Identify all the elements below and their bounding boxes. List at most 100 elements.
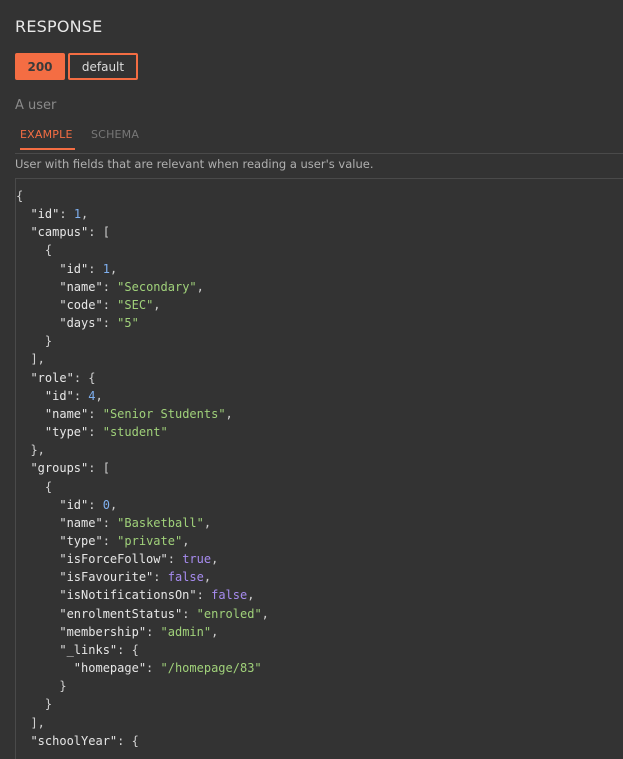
json-punct — [16, 389, 45, 403]
code-line: "schoolYear": { — [16, 733, 138, 748]
response-tab-200[interactable]: 200 — [15, 53, 65, 80]
json-punct: : — [182, 606, 197, 621]
json-key: "_links" — [59, 642, 118, 657]
json-punct: ], — [16, 352, 45, 367]
json-punct: ], — [16, 715, 45, 730]
json-punct: : { — [73, 370, 96, 385]
json-punct: : — [88, 406, 103, 421]
json-punct — [16, 552, 59, 566]
json-number: 1 — [73, 207, 82, 222]
json-punct: , — [81, 207, 89, 222]
json-key: "isFavourite" — [59, 570, 154, 585]
json-punct: : — [146, 661, 161, 676]
json-example-code: { "id": 1, "campus": [ { "id": 1, "name"… — [16, 187, 269, 750]
json-key: "type" — [59, 533, 103, 548]
code-line: "code": "SEC", — [16, 297, 161, 312]
code-line: "id": 1, — [16, 207, 88, 221]
code-line: "name": "Secondary", — [16, 280, 204, 294]
json-punct: , — [211, 552, 219, 567]
json-example-panel: { "id": 1, "campus": [ { "id": 1, "name"… — [15, 179, 623, 759]
code-line: "isNotificationsOn": false, — [16, 588, 254, 602]
json-string: "SEC" — [117, 297, 154, 312]
code-line: "campus": [ — [16, 225, 110, 240]
json-punct — [16, 661, 74, 675]
json-punct: , — [109, 261, 118, 276]
code-line: } — [16, 679, 67, 694]
code-line: } — [16, 697, 52, 711]
code-line: "type": "student" — [16, 425, 168, 439]
json-string: "Senior Students" — [102, 406, 226, 421]
json-punct: : — [153, 570, 168, 585]
json-punct: , — [203, 515, 212, 530]
code-line: { — [16, 480, 52, 494]
json-punct: , — [153, 297, 161, 312]
json-punct: : [ — [88, 225, 110, 240]
json-number: 0 — [102, 497, 110, 512]
json-key: "isNotificationsOn" — [59, 588, 197, 603]
json-key: "id" — [44, 388, 74, 403]
json-punct: , — [225, 406, 233, 421]
code-line: "name": "Senior Students", — [16, 407, 233, 421]
code-line: { — [16, 243, 52, 257]
json-key: "days" — [59, 316, 103, 331]
json-key: "code" — [59, 297, 103, 312]
code-line: "enrolmentStatus": "enroled", — [16, 607, 269, 621]
code-line: }, — [16, 443, 45, 458]
json-punct: : — [196, 588, 212, 603]
json-punct: , — [196, 279, 204, 294]
json-punct: } — [16, 334, 53, 349]
json-string: "admin" — [160, 624, 212, 639]
code-line: "isForceFollow": true, — [16, 552, 218, 566]
response-heading: RESPONSE — [15, 17, 103, 36]
code-line: "name": "Basketball", — [16, 516, 211, 530]
json-punct: , — [261, 606, 269, 621]
json-key: "isForceFollow" — [59, 552, 168, 567]
code-line: "type": "private", — [16, 534, 189, 548]
json-punct: , — [109, 497, 118, 512]
code-line: "days": "5" — [16, 316, 139, 330]
code-line: ], — [16, 352, 45, 367]
code-line: "id": 0, — [16, 498, 117, 512]
json-punct: }, — [16, 443, 45, 458]
json-punct: : — [102, 297, 118, 312]
schema-description: User with fields that are relevant when … — [15, 157, 374, 171]
json-punct: } — [16, 679, 67, 694]
json-punct — [16, 262, 59, 276]
response-description: A user — [15, 98, 57, 113]
code-line: "homepage": "/homepage/83" — [16, 661, 262, 675]
json-key: "enrolmentStatus" — [59, 606, 183, 621]
json-key: "id" — [59, 497, 89, 512]
json-number: 1 — [102, 261, 110, 276]
json-punct: { — [16, 243, 53, 258]
json-punct: } — [16, 697, 53, 712]
json-punct — [16, 588, 59, 602]
json-key: "name" — [59, 515, 103, 530]
json-string: "enroled" — [196, 606, 262, 621]
json-punct: : { — [117, 642, 139, 657]
json-string: "/homepage/83" — [160, 661, 262, 676]
code-line: "membership": "admin", — [16, 625, 218, 639]
json-punct: { — [16, 479, 53, 494]
json-punct — [16, 280, 59, 294]
response-code-tabs: 200 default — [15, 53, 138, 80]
json-punct: , — [182, 533, 190, 548]
json-key: "name" — [59, 279, 103, 294]
tab-example[interactable]: EXAMPLE — [20, 128, 75, 150]
code-line: { — [16, 189, 23, 203]
code-line: "id": 1, — [16, 262, 117, 276]
response-tab-default[interactable]: default — [68, 53, 138, 80]
json-key: "name" — [44, 406, 89, 421]
json-punct — [16, 498, 59, 512]
tab-schema[interactable]: SCHEMA — [91, 128, 139, 141]
json-boolean: true — [182, 552, 212, 567]
json-punct: : — [102, 533, 118, 548]
code-line: "id": 4, — [16, 389, 103, 403]
json-key: "role" — [30, 370, 74, 385]
json-punct: : — [88, 425, 103, 440]
json-punct — [16, 316, 59, 330]
json-punct: , — [247, 588, 255, 603]
json-key: "schoolYear" — [30, 733, 118, 748]
json-punct: , — [95, 388, 103, 403]
json-punct — [16, 298, 59, 312]
code-line: } — [16, 334, 52, 348]
